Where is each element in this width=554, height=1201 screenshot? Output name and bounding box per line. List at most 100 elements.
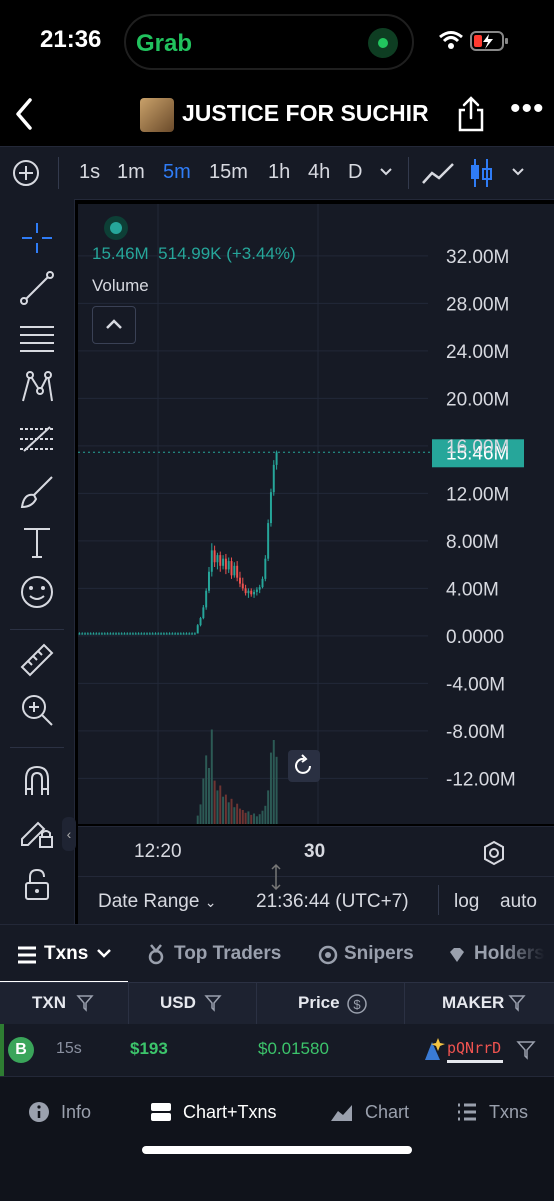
candle-body [188,633,191,635]
tab-holders[interactable]: Holders [474,943,545,965]
brush-icon[interactable] [18,473,56,511]
change-legend: 514.99K (+3.44%) [158,244,296,263]
filter-icon[interactable] [508,994,526,1012]
candle-body [236,565,239,578]
nav-chart[interactable]: Chart [330,1101,409,1123]
volume-bar [233,807,236,824]
volume-bar [196,815,199,824]
horizontal-lines-icon[interactable] [18,319,56,357]
chart-txns-icon [151,1103,171,1122]
area-chart-icon [331,1105,352,1122]
emoji-icon[interactable] [18,573,56,611]
candle-body [213,550,216,563]
chevron-down-icon[interactable] [378,165,394,179]
ruler-icon[interactable] [18,641,56,679]
candle-body [264,558,267,579]
tab-txns[interactable]: Txns [0,925,128,983]
candle-body [134,633,137,635]
share-button[interactable] [456,94,486,134]
candlestick-icon[interactable] [468,157,494,189]
buy-indicator [0,1024,4,1076]
candle-body [92,633,95,635]
sparkle-wizard-icon [425,1038,445,1060]
candle-body [275,452,278,465]
collapse-tools-button[interactable]: ‹ [62,817,76,851]
nav-txns[interactable]: Txns [456,1101,528,1123]
grab-live-activity: Grab [136,30,193,57]
tab-top-traders[interactable]: Top Traders [174,943,281,965]
y-tick-label: 20.00M [446,389,509,410]
filter-icon[interactable] [204,994,222,1012]
share-icon [458,96,484,132]
fib-retracement-icon[interactable] [18,421,56,459]
unlock-icon[interactable] [18,865,56,903]
timeframe-d[interactable]: D [348,161,362,184]
reset-chart-button[interactable] [288,750,320,782]
column-header-maker[interactable]: MAKER [442,993,504,1013]
currency-toggle-icon[interactable]: $ [346,993,368,1015]
date-range-button[interactable]: Date Range ⌄ [98,891,216,913]
collapse-legend-button[interactable] [92,306,136,344]
candle-body [250,590,253,595]
back-button[interactable] [10,94,40,134]
battery-icon [470,31,508,51]
divider [256,983,257,1025]
candle-body [216,555,219,563]
magnet-icon[interactable] [18,761,56,799]
token-header: JUSTICE FOR SUCHIR ••• [0,84,554,146]
candle-body [100,633,103,635]
nav-chart-txns[interactable]: Chart+Txns [150,1101,277,1123]
info-icon [29,1102,49,1123]
filter-icon[interactable] [76,994,94,1012]
column-header-txn[interactable]: TXN [32,993,66,1013]
dynamic-island[interactable]: Grab [124,14,414,70]
filter-maker-icon[interactable] [516,1040,536,1060]
resize-handle-icon[interactable] [268,863,284,891]
chevron-down-icon [97,949,111,958]
crosshair-icon[interactable] [18,219,56,257]
chevron-down-icon: ⌄ [204,894,217,910]
volume-bar [264,805,267,824]
maker-address[interactable]: pQNrrD [447,1039,501,1057]
tab-snipers[interactable]: Snipers [344,943,414,965]
y-tick-label: 12.00M [446,484,509,505]
timeframe-5m[interactable]: 5m [163,161,191,184]
line-chart-icon[interactable] [420,159,456,187]
chart-grid [78,204,428,824]
trend-line-icon[interactable] [18,269,56,307]
candle-body [115,633,118,635]
timezone-clock[interactable]: 21:36:44 (UTC+7) [256,891,409,913]
add-indicator-icon[interactable] [12,159,40,187]
price-chart[interactable]: 15.46M 32.00M 28.00M 24.00M 20.00M 16.00M 12.… [78,204,554,824]
log-scale-toggle[interactable]: log [454,891,479,913]
column-header-price[interactable]: Price [298,993,340,1013]
more-options-button[interactable]: ••• [510,92,545,126]
timeframe-1h[interactable]: 1h [268,161,290,184]
candle-body [227,561,230,570]
column-header-usd[interactable]: USD [160,993,196,1013]
pattern-tool-icon[interactable] [18,369,56,407]
timeframe-1s[interactable]: 1s [79,161,100,184]
candle-body [151,633,154,635]
timeframe-1m[interactable]: 1m [117,161,145,184]
candlestick-chart[interactable]: 15.46M 32.00M 28.00M 24.00M 20.00M 16.00M 12.… [78,204,554,824]
auto-scale-toggle[interactable]: auto [500,891,537,913]
candle-body [258,587,261,590]
timeframe-4h[interactable]: 4h [308,161,330,184]
candle-body [196,625,199,634]
nav-info[interactable]: Info [28,1101,91,1123]
chart-type-chevron-icon[interactable] [510,165,526,179]
table-row[interactable]: B 15s $193 $0.01580 pQNrrD [0,1024,554,1076]
zoom-in-icon[interactable] [18,691,56,729]
volume-bar [258,814,261,824]
live-status-icon [104,216,128,240]
candle-body [171,633,174,635]
home-indicator[interactable] [142,1146,412,1154]
lock-drawing-icon[interactable] [18,811,56,849]
candle-body [253,591,256,595]
text-tool-icon[interactable] [18,523,56,561]
timeframe-15m[interactable]: 15m [209,161,248,184]
candle-body [247,590,250,594]
candle-body [84,633,87,635]
chart-settings-icon[interactable] [480,839,508,867]
